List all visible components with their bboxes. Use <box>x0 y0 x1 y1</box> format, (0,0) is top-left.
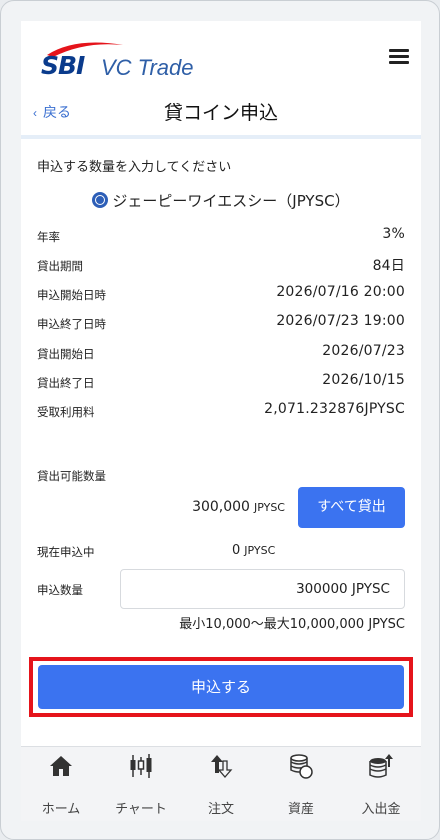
tab-assets[interactable]: 資産 <box>261 747 341 821</box>
coins-icon <box>290 754 313 779</box>
detail-label: 受取利用料 <box>37 405 95 419</box>
candlestick-chart-icon <box>130 754 152 778</box>
detail-label: 貸出開始日 <box>37 347 95 361</box>
detail-row-lending-end: 貸出終了日 2026/10/15 <box>37 372 405 394</box>
application-amount-label: 申込数量 <box>37 583 83 597</box>
detail-row-annual-rate: 年率 3% <box>37 226 405 248</box>
tab-label: チャート <box>115 802 167 817</box>
detail-row-fee-received: 受取利用料 2,071.232876JPYSC <box>37 401 405 423</box>
back-label: 戻る <box>43 104 71 120</box>
detail-label: 貸出終了日 <box>37 376 95 390</box>
bottom-tab-bar: ホーム チャート 注文 資産 入出金 <box>21 746 421 821</box>
tab-home[interactable]: ホーム <box>21 747 101 821</box>
amount-range-hint: 最小10,000〜最大10,000,000 JPYSC <box>179 617 405 632</box>
logo-sbi-text: SBI <box>41 51 85 80</box>
logo-vc-trade-text: VC Trade <box>101 55 194 80</box>
header-divider <box>21 135 421 139</box>
device-frame: SBI VC Trade 貸コイン申込 ‹ 戻る 申込する数量を入力してください … <box>0 0 440 840</box>
current-application-label: 現在申込中 <box>37 545 95 559</box>
chevron-left-icon: ‹ <box>33 106 37 120</box>
detail-label: 申込開始日時 <box>37 288 106 302</box>
available-amount: 300,000 <box>192 499 250 515</box>
available-unit: JPYSC <box>253 501 285 514</box>
sbi-vc-trade-logo: SBI VC Trade <box>37 39 217 83</box>
available-quantity-label: 貸出可能数量 <box>37 469 106 483</box>
detail-value: 2026/07/23 <box>322 343 405 359</box>
detail-value: 2026/10/15 <box>322 372 405 388</box>
current-application-value: 0 JPYSC <box>232 543 275 558</box>
instruction-text: 申込する数量を入力してください <box>37 160 232 175</box>
hamburger-menu-icon[interactable] <box>389 47 411 65</box>
current-unit: JPYSC <box>244 544 276 557</box>
apply-submit-button[interactable]: 申込する <box>38 665 404 709</box>
lend-all-button[interactable]: すべて貸出 <box>298 487 405 528</box>
coin-heading: ジェーピーワイエスシー（JPYSC） <box>21 190 421 211</box>
coin-name: ジェーピーワイエスシー（JPYSC） <box>112 192 350 210</box>
application-amount-input[interactable]: 300000 JPYSC <box>120 569 405 609</box>
jpysc-coin-icon <box>92 192 109 208</box>
back-button[interactable]: ‹ 戻る <box>33 102 71 122</box>
detail-value: 84日 <box>372 258 405 274</box>
detail-row-apply-end: 申込終了日時 2026/07/23 19:00 <box>37 313 405 335</box>
tab-label: ホーム <box>41 802 81 817</box>
detail-value: 2026/07/23 19:00 <box>276 313 405 329</box>
app-screen: SBI VC Trade 貸コイン申込 ‹ 戻る 申込する数量を入力してください … <box>21 21 421 821</box>
detail-label: 年率 <box>37 230 60 244</box>
tab-deposit-withdraw[interactable]: 入出金 <box>341 747 421 821</box>
detail-row-lending-start: 貸出開始日 2026/07/23 <box>37 343 405 365</box>
detail-value: 3% <box>382 226 405 242</box>
home-icon <box>50 756 72 776</box>
detail-value: 2,071.232876JPYSC <box>264 401 405 417</box>
order-arrows-icon <box>211 755 233 778</box>
tab-order[interactable]: 注文 <box>181 747 261 821</box>
page-title: 貸コイン申込 <box>163 103 278 124</box>
current-amount: 0 <box>232 543 241 558</box>
tab-label: 注文 <box>207 802 234 817</box>
detail-value: 2026/07/16 20:00 <box>276 284 405 300</box>
detail-row-apply-start: 申込開始日時 2026/07/16 20:00 <box>37 284 405 306</box>
detail-row-lending-period: 貸出期間 84日 <box>37 255 405 277</box>
page-navbar: 貸コイン申込 ‹ 戻る <box>21 96 421 136</box>
tab-label: 資産 <box>287 802 314 817</box>
tab-chart[interactable]: チャート <box>101 747 181 821</box>
detail-label: 貸出期間 <box>37 259 83 273</box>
detail-label: 申込終了日時 <box>37 317 106 331</box>
app-header: SBI VC Trade <box>21 21 421 96</box>
tab-label: 入出金 <box>361 802 401 817</box>
available-quantity-value: 300,000 JPYSC <box>192 499 285 515</box>
application-amount-value: 300000 JPYSC <box>296 581 390 597</box>
deposit-withdraw-icon <box>369 754 393 778</box>
